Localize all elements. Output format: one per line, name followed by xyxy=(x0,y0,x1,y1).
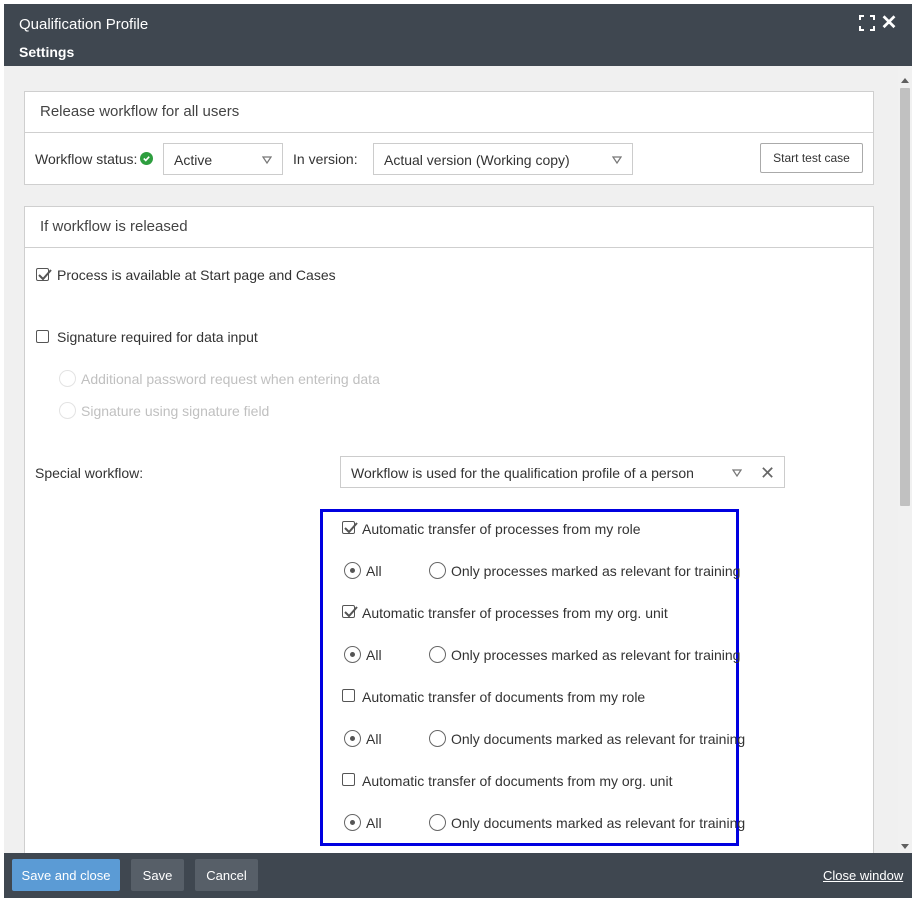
all-label: All xyxy=(366,731,382,747)
only-relevant-label: Only processes marked as relevant for tr… xyxy=(451,563,741,579)
save-button[interactable]: Save xyxy=(131,859,184,891)
close-icon[interactable]: ✕ xyxy=(880,13,898,33)
settings-content: Release workflow for all users Workflow … xyxy=(4,66,898,853)
all-label: All xyxy=(366,563,382,579)
additional-password-label: Additional password request when enterin… xyxy=(81,371,380,387)
signature-required-label: Signature required for data input xyxy=(57,329,258,345)
settings-tab[interactable]: Settings xyxy=(19,44,74,60)
workflow-status-value: Active xyxy=(174,152,213,168)
special-workflow-select[interactable]: Workflow is used for the qualification p… xyxy=(340,456,785,488)
all-label: All xyxy=(366,815,382,831)
transfer-documents-orgunit-checkbox[interactable] xyxy=(342,773,355,786)
signature-required-checkbox[interactable] xyxy=(36,330,49,343)
process-available-checkbox[interactable] xyxy=(36,268,52,281)
dialog-header: Qualification Profile Settings ✕ xyxy=(4,4,912,66)
chevron-down-icon xyxy=(732,469,742,478)
panel-divider xyxy=(25,247,873,248)
panel-title: If workflow is released xyxy=(40,218,188,235)
dialog-window: Qualification Profile Settings ✕ Release… xyxy=(4,4,912,898)
special-workflow-value: Workflow is used for the qualification p… xyxy=(351,465,694,481)
signature-field-radio[interactable] xyxy=(59,402,76,419)
clear-icon[interactable]: ✕ xyxy=(760,463,775,484)
transfer-documents-role-all-radio[interactable] xyxy=(344,730,361,747)
vertical-scrollbar[interactable] xyxy=(898,66,912,853)
scroll-up-icon[interactable] xyxy=(901,78,909,83)
scroll-down-icon[interactable] xyxy=(901,844,909,849)
panel-title: Release workflow for all users xyxy=(40,103,240,120)
transfer-processes-orgunit-label: Automatic transfer of processes from my … xyxy=(362,605,668,621)
dialog-title: Qualification Profile xyxy=(19,16,149,33)
transfer-processes-orgunit-checkbox[interactable] xyxy=(342,605,358,618)
start-test-case-button[interactable]: Start test case xyxy=(760,143,863,173)
maximize-icon[interactable] xyxy=(858,14,876,32)
additional-password-radio[interactable] xyxy=(59,370,76,387)
workflow-status-label: Workflow status: xyxy=(35,151,138,167)
transfer-documents-role-only-radio[interactable] xyxy=(429,730,446,747)
save-and-close-button[interactable]: Save and close xyxy=(12,859,120,891)
checkmark-icon xyxy=(344,522,358,534)
transfer-processes-role-all-radio[interactable] xyxy=(344,562,361,579)
transfer-documents-role-checkbox[interactable] xyxy=(342,689,355,702)
process-available-label: Process is available at Start page and C… xyxy=(57,267,336,283)
transfer-documents-orgunit-all-radio[interactable] xyxy=(344,814,361,831)
checkmark-icon xyxy=(38,269,52,281)
checkmark-icon xyxy=(344,606,358,618)
version-value: Actual version (Working copy) xyxy=(384,152,570,168)
transfer-documents-orgunit-label: Automatic transfer of documents from my … xyxy=(362,773,673,789)
all-label: All xyxy=(366,647,382,663)
transfer-documents-orgunit-only-radio[interactable] xyxy=(429,814,446,831)
only-relevant-label: Only documents marked as relevant for tr… xyxy=(451,815,746,831)
status-ok-icon xyxy=(140,152,153,165)
workflow-status-select[interactable]: Active xyxy=(163,143,283,175)
transfer-processes-role-only-radio[interactable] xyxy=(429,562,446,579)
transfer-processes-orgunit-only-radio[interactable] xyxy=(429,646,446,663)
dialog-footer: Save and close Save Cancel Close window xyxy=(4,853,912,898)
release-workflow-panel: Release workflow for all users Workflow … xyxy=(24,91,874,185)
chevron-down-icon xyxy=(262,156,272,165)
cancel-button[interactable]: Cancel xyxy=(195,859,258,891)
transfer-processes-role-label: Automatic transfer of processes from my … xyxy=(362,521,641,537)
transfer-documents-role-label: Automatic transfer of documents from my … xyxy=(362,689,646,705)
transfer-processes-orgunit-all-radio[interactable] xyxy=(344,646,361,663)
special-workflow-label: Special workflow: xyxy=(35,465,144,481)
only-relevant-label: Only processes marked as relevant for tr… xyxy=(451,647,741,663)
close-window-link[interactable]: Close window xyxy=(823,868,903,883)
version-select[interactable]: Actual version (Working copy) xyxy=(373,143,633,175)
panel-divider xyxy=(25,132,873,133)
in-version-label: In version: xyxy=(293,151,358,167)
highlight-box xyxy=(320,509,739,846)
transfer-processes-role-checkbox[interactable] xyxy=(342,521,358,534)
chevron-down-icon xyxy=(612,156,622,165)
scrollbar-thumb[interactable] xyxy=(900,88,910,506)
signature-field-label: Signature using signature field xyxy=(81,403,270,419)
only-relevant-label: Only documents marked as relevant for tr… xyxy=(451,731,746,747)
